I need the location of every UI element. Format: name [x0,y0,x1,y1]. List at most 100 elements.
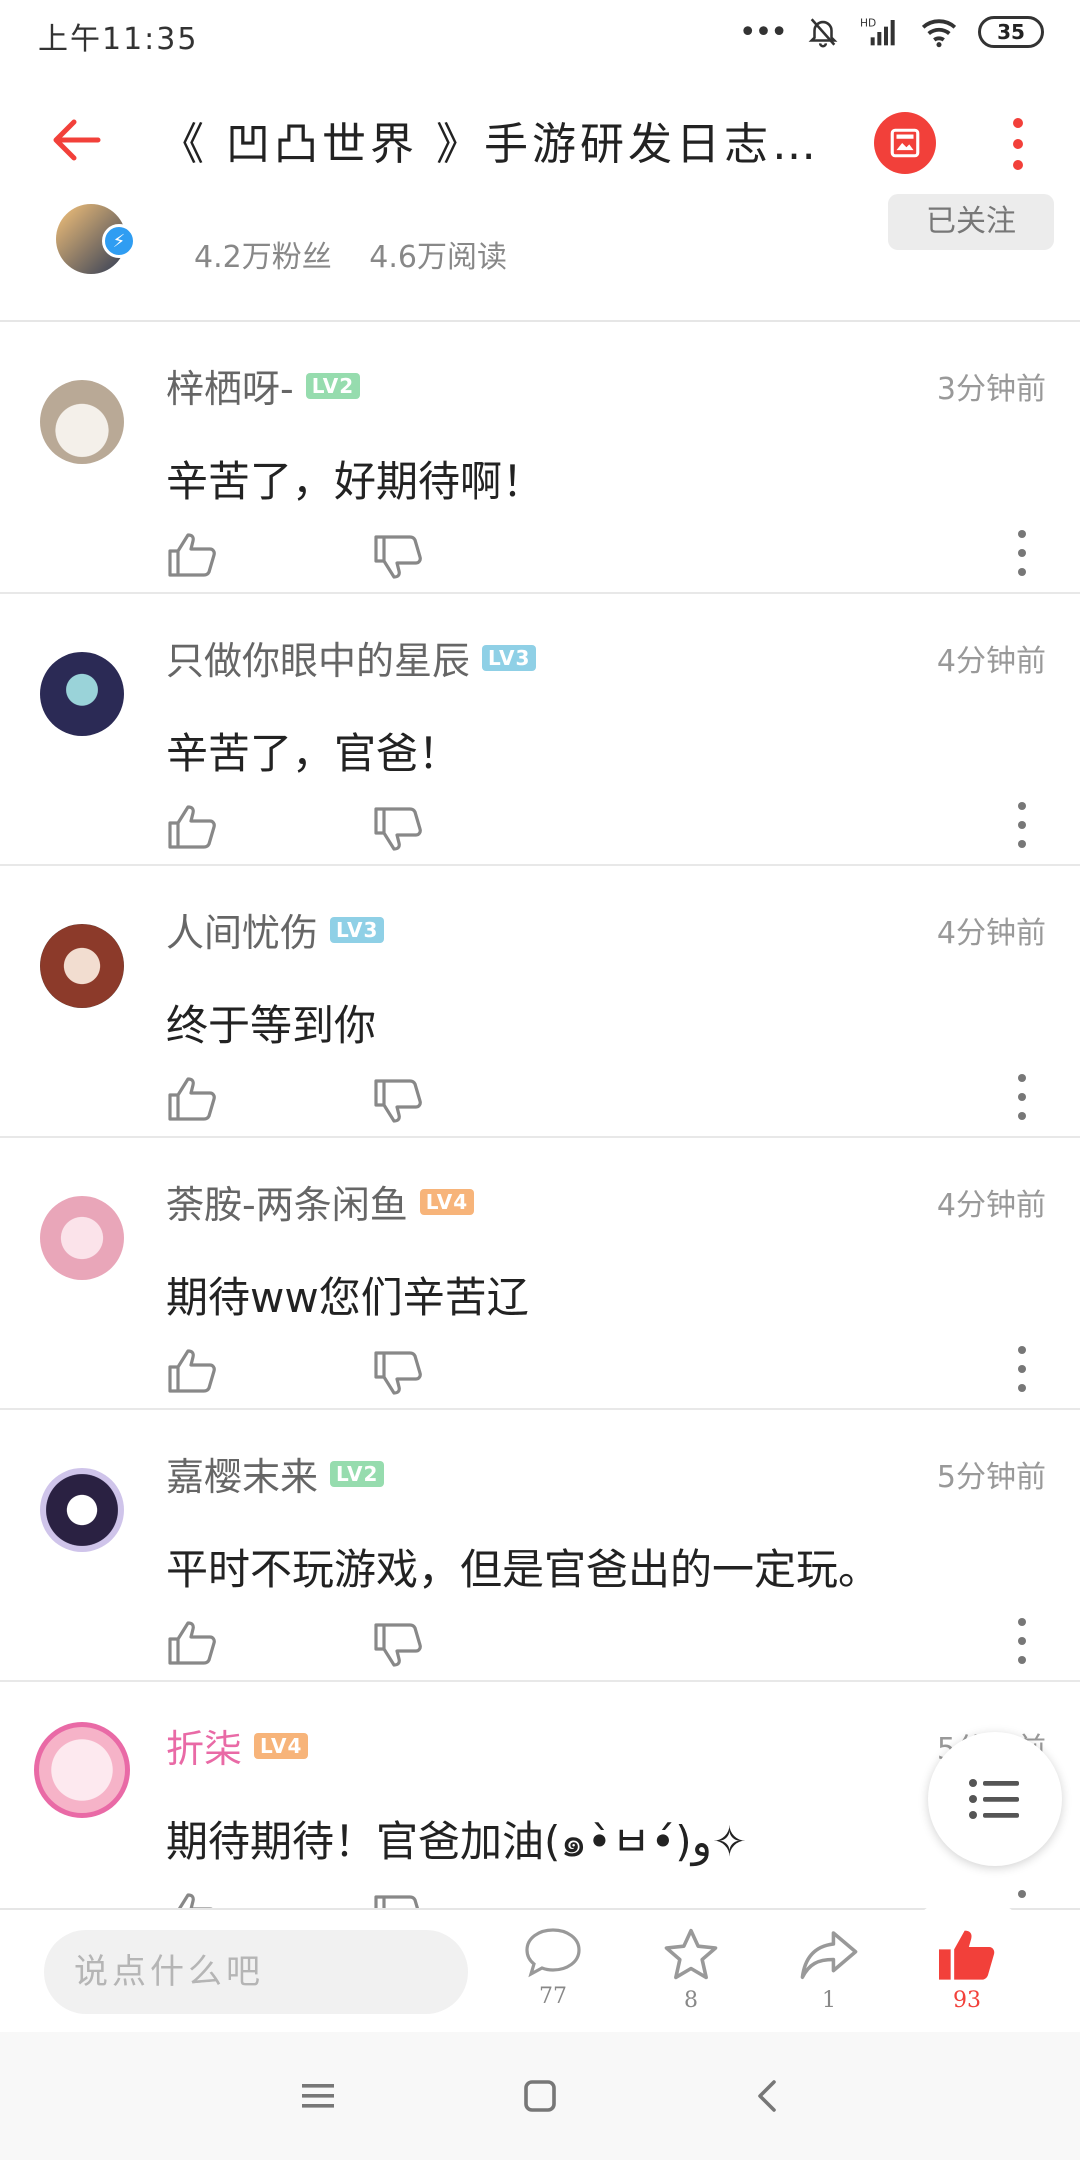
like-button[interactable]: 93 [922,1926,1012,2026]
more-dot [1013,160,1023,170]
thumbs-down-icon[interactable] [372,1348,424,1398]
favorite-count: 8 [684,1988,698,2013]
comment-input[interactable]: 说点什么吧 [44,1930,468,2014]
comment-item: 只做你眼中的星辰 LV3 4分钟前 辛苦了，官爸！ [0,594,1080,866]
avatar[interactable] [40,924,124,1008]
thumbs-up-icon[interactable] [166,1346,218,1396]
avatar[interactable] [40,1468,124,1552]
comment-item: 荼胺-两条闲鱼 LV4 4分钟前 期待ww您们辛苦辽 [0,1138,1080,1410]
battery-icon: 35 [978,16,1044,48]
like-count: 93 [953,1988,981,2013]
thumbs-down-icon[interactable] [372,1076,424,1126]
comment-list: 梓栖呀- LV2 3分钟前 辛苦了，好期待啊！ 只做你眼中的星辰 LV3 4分钟… [0,322,1080,1908]
share-button[interactable]: 1 [784,1926,874,2026]
home-icon[interactable] [520,2076,560,2116]
thumbs-up-icon[interactable] [166,1618,218,1668]
username-text: 人间忧伤 [166,911,319,955]
image-icon [890,128,920,158]
level-badge: LV2 [305,372,361,399]
thumbs-up-icon[interactable] [166,802,218,852]
status-time: 上午11:35 [38,22,199,57]
svg-text:HD: HD [860,17,876,30]
avatar[interactable] [40,652,124,736]
level-badge: LV2 [330,1460,385,1487]
comment-username[interactable]: 荼胺-两条闲鱼 LV4 [166,1174,475,1229]
verified-badge-icon: ⚡ [102,224,136,258]
comment-username[interactable]: 只做你眼中的星辰 LV3 [166,630,537,685]
comment-text: 期待期待！官爸加油(๑•̀ㅂ•́)و✧ [166,1817,748,1866]
catalog-float-button[interactable] [928,1732,1062,1866]
comment-more-button[interactable] [1014,1346,1030,1392]
level-badge: LV4 [419,1188,475,1215]
level-badge: LV3 [482,644,537,671]
thumbs-up-icon[interactable] [166,1074,218,1124]
bottom-action-bar: 说点什么吧 77 8 1 93 [0,1894,1080,2032]
comment-text: 终于等到你 [166,1001,377,1050]
comment-username[interactable]: 折柒 LV4 [166,1718,309,1773]
comment-username[interactable]: 人间忧伤 LV3 [166,902,385,957]
more-dot [1013,139,1023,149]
comment-item: 人间忧伤 LV3 4分钟前 终于等到你 [0,866,1080,1138]
follow-button[interactable]: 已关注 [888,194,1054,250]
share-count: 1 [822,1988,836,2013]
comment-more-button[interactable] [1014,1074,1030,1120]
back-arrow-icon [53,119,101,161]
comment-time: 4分钟前 [936,1188,1046,1223]
avatar[interactable] [40,1196,124,1280]
comment-text: 平时不玩游戏，但是官爸出的一定玩。 [166,1545,881,1594]
more-dot [1013,118,1023,128]
username-text: 折柒 [166,1727,243,1771]
author-stats: 4.2万粉丝 4.6万阅读 [194,232,535,276]
avatar[interactable] [34,1722,130,1818]
thumbs-down-icon[interactable] [372,1892,424,1908]
comment-username[interactable]: 嘉樱末来 LV2 [166,1446,385,1501]
system-nav-bar [0,2032,1080,2160]
more-options-button[interactable] [990,114,1046,174]
comment-text: 辛苦了，官爸！ [166,729,461,778]
image-mode-button[interactable] [874,112,936,174]
comment-count: 77 [539,1984,567,2009]
mute-bell-icon [808,18,838,48]
page-title: 《 凹凸世界 》手游研发日志… [160,119,820,170]
fans-count: 4.2万粉丝 [194,240,332,275]
back-button[interactable] [44,108,108,172]
thumbs-down-icon[interactable] [372,532,424,582]
comment-text: 辛苦了，好期待啊！ [166,457,545,506]
read-count: 4.6万阅读 [369,240,507,275]
comment-bubble-icon [525,1928,581,1978]
comment-item: 嘉樱末来 LV2 5分钟前 平时不玩游戏，但是官爸出的一定玩。 [0,1410,1080,1682]
comment-more-button[interactable] [1014,530,1030,576]
thumbs-down-icon[interactable] [372,804,424,854]
comment-item: 梓栖呀- LV2 3分钟前 辛苦了，好期待啊！ [0,322,1080,594]
list-icon [969,1779,1019,1819]
avatar[interactable] [40,380,124,464]
author-info: ⚡ 4.2万粉丝 4.6万阅读 已关注 [0,194,1080,320]
nav-back-icon[interactable] [748,2076,788,2116]
username-text: 只做你眼中的星辰 [166,639,471,683]
username-text: 梓栖呀- [166,367,294,411]
comment-more-button[interactable] [1014,1890,1030,1908]
share-arrow-icon [800,1931,858,1980]
menu-icon[interactable] [298,2076,338,2116]
thumbs-up-filled-icon [939,1930,995,1980]
comment-button[interactable]: 77 [508,1926,598,2026]
comment-more-button[interactable] [1014,1618,1030,1664]
comment-username[interactable]: 梓栖呀- LV2 [166,358,361,413]
thumbs-up-icon[interactable] [166,530,218,580]
comment-time: 4分钟前 [936,916,1046,951]
username-text: 荼胺-两条闲鱼 [166,1183,408,1227]
comment-text: 期待ww您们辛苦辽 [166,1273,529,1322]
username-text: 嘉樱末来 [166,1455,319,1499]
status-bar: 上午11:35 ••• HD 35 [0,0,1080,64]
level-badge: LV3 [330,916,385,943]
comment-time: 3分钟前 [936,372,1046,407]
thumbs-down-icon[interactable] [372,1620,424,1670]
comment-time: 5分钟前 [936,1460,1046,1495]
level-badge: LV4 [254,1732,309,1759]
more-notifications-icon: ••• [738,14,788,50]
favorite-button[interactable]: 8 [646,1926,736,2026]
status-icons: ••• HD 35 [739,12,1044,52]
signal-icon: HD [860,17,895,46]
thumbs-up-icon[interactable] [166,1890,218,1908]
comment-more-button[interactable] [1014,802,1030,848]
